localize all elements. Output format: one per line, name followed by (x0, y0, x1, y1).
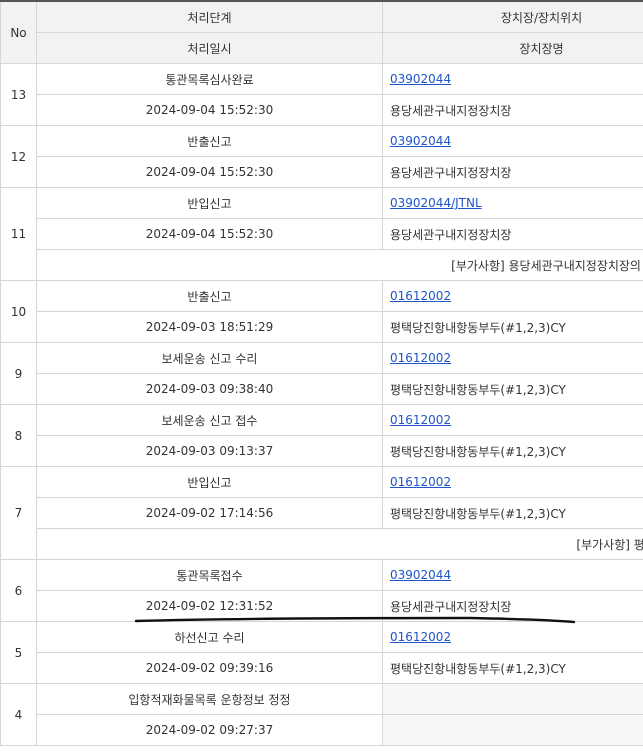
processing-datetime: 2024-09-02 09:39:16 (36, 652, 383, 684)
table-row-detail: 2024-09-04 15:52:30 용당세관구내지정장치장 (1, 94, 643, 126)
processing-datetime: 2024-09-04 15:52:30 (36, 218, 383, 250)
location-code-cell: 01612002 (382, 466, 643, 498)
processing-datetime: 2024-09-03 09:13:37 (36, 435, 383, 467)
cargo-progress-table: No 처리단계 장치장/장치위치 처리일시 장치장명 13 통관목록심사완료 039… (0, 0, 643, 746)
table-row: 8 보세운송 신고 접수 01612002 (0, 404, 643, 467)
table-row: 13 통관목록심사완료 03902044 (0, 63, 643, 126)
header-location: 장치장/장치위치 (382, 0, 643, 33)
table-row-detail: 2024-09-03 09:38:40 평택당진항내항동부두(#1,2,3)CY (1, 373, 643, 405)
additional-info-note: [부가사항] 평택당진항내 (36, 528, 643, 560)
table-row-detail: 2024-09-04 15:52:30 용당세관구내지정장치장 (1, 218, 643, 250)
location-name: 용당세관구내지정장치장 (382, 590, 643, 622)
processing-stage: 하선신고 수리 (36, 621, 383, 653)
header-stage: 처리단계 (36, 0, 383, 33)
processing-datetime: 2024-09-04 15:52:30 (36, 156, 383, 188)
table-row-note: [부가사항] 용당세관구내지정장치장의 장치기간은 (1, 249, 643, 281)
location-name (382, 714, 643, 746)
table-row: 7 반입신고 01612002 (0, 466, 643, 560)
table-row-note: [부가사항] 평택당진항내 (1, 528, 643, 560)
location-name: 평택당진항내항동부두(#1,2,3)CY (382, 652, 643, 684)
location-name: 용당세관구내지정장치장 (382, 94, 643, 126)
location-name: 평택당진항내항동부두(#1,2,3)CY (382, 497, 643, 529)
processing-stage: 입항적재화물목록 운항정보 정정 (36, 683, 383, 715)
processing-stage: 보세운송 신고 수리 (36, 342, 383, 374)
location-code-link[interactable]: 01612002 (390, 289, 451, 303)
location-code-cell: 03902044/JTNL (382, 187, 643, 219)
location-code-cell (382, 683, 643, 715)
table-row: 10 반출신고 01612002 (0, 280, 643, 343)
table-row-detail: 2024-09-02 17:14:56 평택당진항내항동부두(#1,2,3)CY (1, 497, 643, 529)
location-code-cell: 01612002 (382, 280, 643, 312)
tracking-table-container: No 처리단계 장치장/장치위치 처리일시 장치장명 13 통관목록심사완료 039… (0, 0, 643, 754)
processing-datetime: 2024-09-04 15:52:30 (36, 94, 383, 126)
location-name: 용당세관구내지정장치장 (382, 156, 643, 188)
table-header: No 처리단계 장치장/장치위치 처리일시 장치장명 (0, 0, 643, 64)
location-name: 평택당진항내항동부두(#1,2,3)CY (382, 373, 643, 405)
location-code-link[interactable]: 03902044 (390, 134, 451, 148)
table-row: 5 하선신고 수리 01612002 (0, 621, 643, 684)
row-number: 6 (0, 559, 37, 622)
table-row-detail: 2024-09-02 12:31:52 용당세관구내지정장치장 (1, 590, 643, 622)
processing-stage: 반출신고 (36, 280, 383, 312)
row-number: 10 (0, 280, 37, 343)
processing-datetime: 2024-09-02 09:27:37 (36, 714, 383, 746)
row-number: 12 (0, 125, 37, 188)
header-datetime: 처리일시 (36, 32, 383, 64)
processing-stage: 반입신고 (36, 187, 383, 219)
row-number: 11 (0, 187, 37, 281)
row-number: 4 (0, 683, 37, 746)
processing-stage: 반출신고 (36, 125, 383, 157)
location-code-cell: 03902044 (382, 559, 643, 591)
table-row-detail: 2024-09-03 09:13:37 평택당진항내항동부두(#1,2,3)CY (1, 435, 643, 467)
location-code-link[interactable]: 01612002 (390, 351, 451, 365)
processing-datetime: 2024-09-03 18:51:29 (36, 311, 383, 343)
location-name: 평택당진항내항동부두(#1,2,3)CY (382, 311, 643, 343)
location-code-link[interactable]: 01612002 (390, 413, 451, 427)
location-code-link[interactable]: 03902044 (390, 72, 451, 86)
location-code-cell: 03902044 (382, 125, 643, 157)
row-number: 7 (0, 466, 37, 560)
header-no: No (0, 0, 37, 64)
processing-datetime: 2024-09-02 12:31:52 (36, 590, 383, 622)
location-code-cell: 01612002 (382, 621, 643, 653)
location-code-cell: 03902044 (382, 63, 643, 95)
table-row-detail: 2024-09-03 18:51:29 평택당진항내항동부두(#1,2,3)CY (1, 311, 643, 343)
processing-stage: 통관목록심사완료 (36, 63, 383, 95)
processing-stage: 보세운송 신고 접수 (36, 404, 383, 436)
row-number: 5 (0, 621, 37, 684)
location-code-link[interactable]: 01612002 (390, 630, 451, 644)
processing-stage: 통관목록접수 (36, 559, 383, 591)
table-body: 13 통관목록심사완료 03902044 2024-09-04 15:52:30 용당세… (0, 63, 643, 746)
table-row: 4 입항적재화물목록 운항정보 정정 (0, 683, 643, 746)
location-name: 평택당진항내항동부두(#1,2,3)CY (382, 435, 643, 467)
location-name: 용당세관구내지정장치장 (382, 218, 643, 250)
location-code-cell: 01612002 (382, 404, 643, 436)
table-row-detail: 2024-09-04 15:52:30 용당세관구내지정장치장 (1, 156, 643, 188)
table-row: 12 반출신고 03902044 (0, 125, 643, 188)
header-location-name: 장치장명 (382, 32, 643, 64)
table-row: 11 반입신고 03902044/JTNL (0, 187, 643, 281)
row-number: 8 (0, 404, 37, 467)
location-code-link[interactable]: 01612002 (390, 475, 451, 489)
table-row-detail: 2024-09-02 09:27:37 (1, 714, 643, 746)
table-row: 6 통관목록접수 03902044 (0, 559, 643, 622)
additional-info-note: [부가사항] 용당세관구내지정장치장의 장치기간은 (36, 249, 643, 281)
row-number: 9 (0, 342, 37, 405)
row-number: 13 (0, 63, 37, 126)
table-row: 9 보세운송 신고 수리 01612002 (0, 342, 643, 405)
location-code-link[interactable]: 03902044 (390, 568, 451, 582)
processing-datetime: 2024-09-02 17:14:56 (36, 497, 383, 529)
location-code-cell: 01612002 (382, 342, 643, 374)
location-code-link[interactable]: 03902044/JTNL (390, 196, 482, 210)
table-row-detail: 2024-09-02 09:39:16 평택당진항내항동부두(#1,2,3)CY (1, 652, 643, 684)
processing-datetime: 2024-09-03 09:38:40 (36, 373, 383, 405)
processing-stage: 반입신고 (36, 466, 383, 498)
